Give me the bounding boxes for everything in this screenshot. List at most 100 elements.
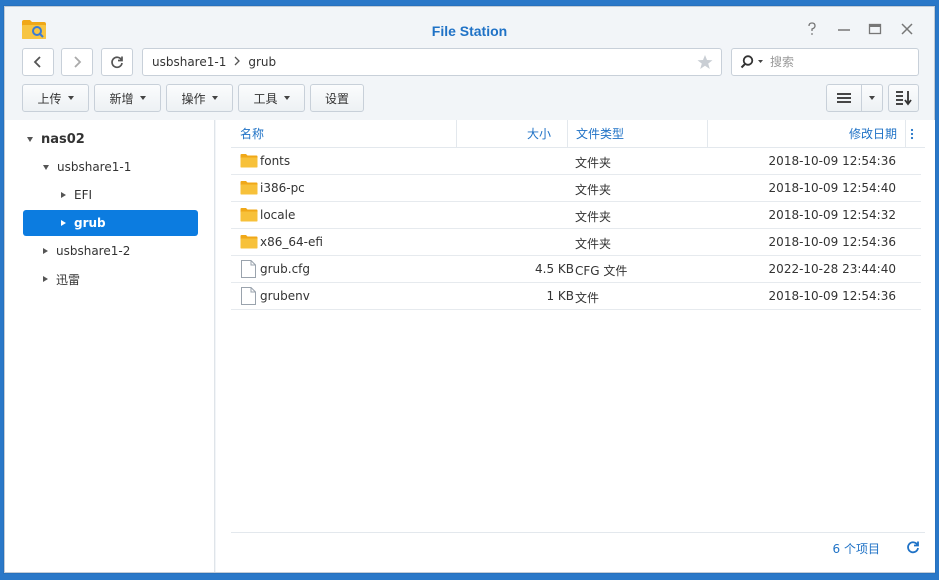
settings-button[interactable]: 设置: [310, 84, 364, 112]
table-row[interactable]: i386-pc 文件夹 2018-10-09 12:54:40: [231, 175, 921, 202]
refresh-button[interactable]: [101, 48, 133, 76]
chevron-down-icon: [283, 96, 290, 100]
tree-label: nas02: [41, 131, 85, 147]
tree-item-efi[interactable]: EFI: [61, 182, 92, 208]
file-name: i386-pc: [260, 181, 305, 195]
file-icon: [241, 260, 256, 281]
search-icon[interactable]: [740, 55, 764, 69]
search-input[interactable]: [770, 55, 900, 69]
search-box[interactable]: [731, 48, 919, 76]
expand-arrow-icon[interactable]: [43, 164, 49, 170]
back-button[interactable]: [22, 48, 54, 76]
sort-button[interactable]: [888, 84, 919, 112]
table-row[interactable]: grub.cfg 4.5 KB CFG 文件 2022-10-28 23:44:…: [231, 256, 921, 283]
file-type: 文件夹: [575, 156, 612, 170]
column-label: 修改日期: [848, 127, 897, 141]
tree-label: grub: [74, 216, 106, 230]
list-view-icon: [837, 93, 851, 103]
file-list: 名称 大小 文件类型 修改日期 fonts 文件夹 2018-10-09 12:…: [216, 120, 935, 572]
column-header-modified[interactable]: 修改日期: [708, 120, 901, 148]
column-label: 名称: [240, 127, 265, 141]
column-header-type[interactable]: 文件类型: [576, 120, 625, 148]
file-name: x86_64-efi: [260, 235, 323, 249]
tree-item-grub[interactable]: grub: [23, 210, 198, 236]
table-row[interactable]: grubenv 1 KB 文件 2018-10-09 12:54:36: [231, 283, 921, 310]
folder-icon: [240, 153, 258, 171]
title-bar: File Station: [5, 7, 934, 47]
breadcrumb-share[interactable]: usbshare1-1: [152, 55, 226, 69]
file-type: CFG 文件: [575, 264, 628, 278]
file-name: grubenv: [260, 289, 310, 303]
file-modified: 2018-10-09 12:54:32: [768, 208, 896, 222]
help-icon[interactable]: [805, 22, 823, 38]
status-bar: 6 个项目: [231, 532, 925, 562]
tree-label: usbshare1-2: [56, 244, 131, 258]
tools-button[interactable]: 工具: [238, 84, 305, 112]
folder-icon: [240, 234, 258, 252]
column-header-name[interactable]: 名称: [240, 120, 265, 148]
collapse-arrow-icon[interactable]: [61, 220, 66, 226]
folder-icon: [240, 207, 258, 225]
file-type: 文件: [575, 291, 600, 305]
file-size: 1 KB: [546, 289, 574, 303]
collapse-arrow-icon[interactable]: [61, 192, 66, 198]
refresh-icon: [111, 56, 123, 69]
collapse-arrow-icon[interactable]: [43, 276, 48, 282]
upload-label: 上传: [37, 91, 62, 106]
breadcrumb-folder[interactable]: grub: [248, 55, 276, 69]
file-icon: [241, 287, 256, 308]
tree-item-xunlei[interactable]: 迅雷: [43, 266, 80, 292]
chevron-down-icon: [211, 96, 218, 100]
item-count: 6 个项目: [832, 542, 880, 556]
table-row[interactable]: locale 文件夹 2018-10-09 12:54:32: [231, 202, 921, 229]
folder-tree: nas02 usbshare1-1 EFI grub usbshare1-2 迅…: [5, 120, 215, 572]
tree-item-usbshare1-1[interactable]: usbshare1-1: [43, 154, 131, 180]
chevron-right-icon: [74, 56, 82, 68]
chevron-down-icon: [869, 96, 875, 100]
upload-button[interactable]: 上传: [22, 84, 89, 112]
column-label: 文件类型: [576, 127, 625, 141]
maximize-icon[interactable]: [868, 22, 886, 38]
tools-label: 工具: [253, 91, 278, 106]
refresh-icon[interactable]: [906, 540, 920, 557]
file-modified: 2018-10-09 12:54:36: [768, 289, 896, 303]
sort-icon: [895, 91, 912, 106]
chevron-down-icon: [139, 96, 146, 100]
file-modified: 2018-10-09 12:54:40: [768, 181, 896, 195]
minimize-icon[interactable]: [837, 22, 855, 38]
action-label: 操作: [181, 91, 206, 106]
file-name: fonts: [260, 154, 291, 168]
tree-label: EFI: [74, 188, 93, 202]
list-view-button[interactable]: [826, 84, 862, 112]
tree-item-nas02[interactable]: nas02: [27, 126, 85, 152]
file-name: locale: [260, 208, 296, 222]
file-modified: 2022-10-28 23:44:40: [768, 262, 896, 276]
star-icon[interactable]: [697, 54, 713, 73]
column-divider[interactable]: [567, 120, 568, 148]
window-title: File Station: [431, 23, 508, 39]
column-divider[interactable]: [905, 120, 906, 148]
breadcrumb-separator-icon: [234, 55, 241, 69]
table-row[interactable]: x86_64-efi 文件夹 2018-10-09 12:54:36: [231, 229, 921, 256]
table-row[interactable]: fonts 文件夹 2018-10-09 12:54:36: [231, 148, 921, 175]
action-button[interactable]: 操作: [166, 84, 233, 112]
expand-arrow-icon[interactable]: [27, 136, 33, 142]
close-icon[interactable]: [900, 22, 918, 38]
file-size: 4.5 KB: [535, 262, 574, 276]
view-mode-dropdown[interactable]: [861, 84, 883, 112]
column-header-size[interactable]: 大小: [457, 120, 559, 148]
chevron-left-icon: [33, 56, 41, 68]
create-button[interactable]: 新增: [94, 84, 161, 112]
address-bar[interactable]: usbshare1-1 grub: [142, 48, 722, 76]
tree-item-usbshare1-2[interactable]: usbshare1-2: [43, 238, 130, 264]
collapse-arrow-icon[interactable]: [43, 248, 48, 254]
file-modified: 2018-10-09 12:54:36: [768, 235, 896, 249]
chevron-down-icon: [67, 96, 74, 100]
create-label: 新增: [109, 91, 134, 106]
forward-button[interactable]: [61, 48, 93, 76]
file-type: 文件夹: [575, 237, 612, 251]
column-label: 大小: [526, 127, 551, 141]
file-modified: 2018-10-09 12:54:36: [768, 154, 896, 168]
column-options-icon[interactable]: [909, 127, 915, 144]
folder-icon: [240, 180, 258, 198]
